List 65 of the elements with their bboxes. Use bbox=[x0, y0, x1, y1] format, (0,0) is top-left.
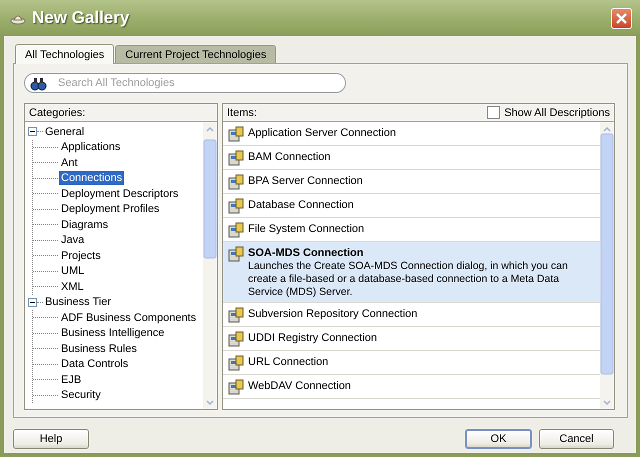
panel-label: Categories: bbox=[29, 106, 86, 118]
connection-icon bbox=[228, 126, 244, 142]
item-title: File System Connection bbox=[248, 223, 364, 236]
tree-item[interactable]: Data Controls bbox=[59, 357, 130, 372]
item-title: SOA-MDS Connection bbox=[248, 247, 364, 260]
item-title: Database Connection bbox=[248, 199, 354, 212]
list-item[interactable]: SOA-MDS Connection Launches the Create SOA-MDS Connection dialog, in which you can create a file-based or a database-based connection to a Meta Data Service (MDS) Server. bbox=[223, 242, 600, 303]
item-title: WebDAV Connection bbox=[248, 380, 351, 393]
item-title: BAM Connection bbox=[248, 151, 331, 164]
list-item[interactable]: BAM Connection bbox=[223, 146, 600, 170]
tab[interactable]: All Technologies bbox=[15, 44, 114, 64]
tree-item[interactable]: Projects bbox=[59, 248, 103, 263]
item-title: BPA Server Connection bbox=[248, 175, 363, 188]
item-title: URL Connection bbox=[248, 356, 328, 369]
tree-item[interactable]: Business Intelligence bbox=[59, 326, 166, 340]
connection-icon bbox=[228, 174, 244, 190]
show-descriptions-checkbox[interactable]: Show All Descriptions bbox=[487, 106, 610, 119]
tree-item[interactable]: Applications bbox=[59, 140, 122, 154]
connection-icon bbox=[228, 246, 244, 262]
list-item[interactable]: Database Connection bbox=[223, 194, 600, 218]
scrollbar[interactable] bbox=[600, 122, 614, 409]
list-item[interactable]: URL Connection bbox=[223, 351, 600, 375]
tab[interactable]: Current Project Technologies bbox=[115, 45, 276, 63]
connection-icon bbox=[228, 355, 244, 371]
close-icon bbox=[614, 10, 629, 26]
tree-item[interactable]: Business Rules bbox=[59, 342, 139, 356]
search-field[interactable]: Search All Technologies bbox=[24, 73, 346, 93]
window-title: New Gallery bbox=[32, 8, 130, 28]
list-item[interactable]: UDDI Registry Connection bbox=[223, 327, 600, 351]
list-item[interactable]: BPA Server Connection bbox=[223, 170, 600, 194]
list-item[interactable]: WebDAV Connection bbox=[223, 375, 600, 399]
collapse-icon[interactable] bbox=[28, 298, 37, 307]
panel-label: Items: bbox=[227, 106, 258, 118]
tree-item[interactable]: General bbox=[43, 124, 86, 139]
collapse-icon[interactable] bbox=[28, 127, 37, 136]
list-item[interactable]: Application Server Connection bbox=[223, 122, 600, 146]
item-description: Launches the Create SOA-MDS Connection dialog, in which you can create a file-based or a database-based connection to a Meta Data Service (MDS) Server. bbox=[248, 260, 569, 299]
list-item[interactable]: Subversion Repository Connection bbox=[223, 303, 600, 327]
dialog-button[interactable]: OK bbox=[465, 428, 532, 448]
connection-icon bbox=[228, 150, 244, 166]
tree-item[interactable]: Deployment Profiles bbox=[59, 202, 162, 216]
binoculars-icon bbox=[30, 76, 47, 91]
item-title: Subversion Repository Connection bbox=[248, 308, 418, 321]
tree-item[interactable]: Connections bbox=[59, 171, 124, 186]
scrollbar[interactable] bbox=[203, 122, 217, 409]
connection-icon bbox=[228, 331, 244, 347]
tree-item[interactable]: XML bbox=[59, 280, 86, 294]
tree-item[interactable]: Deployment Descriptors bbox=[59, 186, 180, 201]
item-title: UDDI Registry Connection bbox=[248, 332, 377, 345]
tree-item[interactable]: UML bbox=[59, 264, 86, 278]
item-title: Application Server Connection bbox=[248, 127, 396, 140]
dialog-button[interactable]: Help bbox=[13, 428, 89, 448]
connection-icon bbox=[228, 198, 244, 214]
close-button[interactable] bbox=[611, 8, 632, 28]
tree-item[interactable]: Java bbox=[59, 233, 86, 248]
tree-item[interactable]: ADF Business Components bbox=[59, 310, 198, 325]
tree-item[interactable]: Security bbox=[59, 388, 103, 402]
connection-icon bbox=[228, 222, 244, 238]
dialog-button[interactable]: Cancel bbox=[539, 428, 614, 448]
tree-item[interactable]: EJB bbox=[59, 372, 84, 387]
connection-icon bbox=[228, 379, 244, 395]
tree-item[interactable]: Ant bbox=[59, 156, 80, 170]
tree-item[interactable]: Business Tier bbox=[43, 295, 114, 310]
tree-item[interactable]: Diagrams bbox=[59, 218, 110, 232]
connection-icon bbox=[228, 307, 244, 323]
